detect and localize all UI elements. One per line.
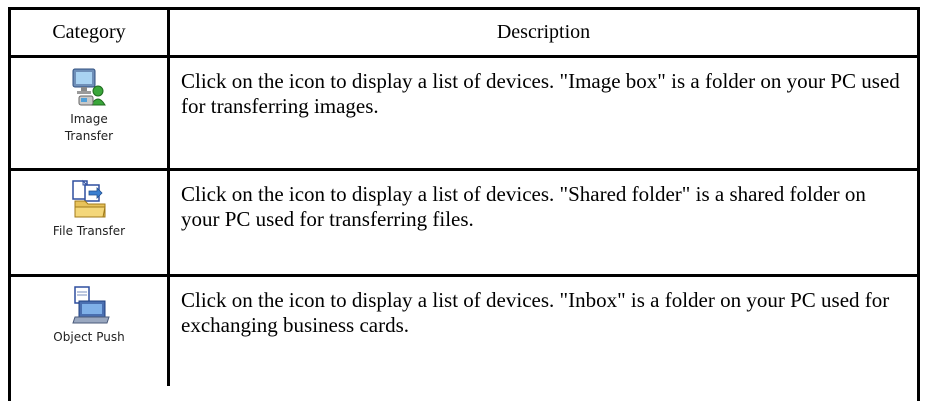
table-row: Object Push Click on the icon to display… xyxy=(11,275,917,386)
table-row: Image Transfer Click on the icon to disp… xyxy=(11,56,917,171)
services-table-grid: Category Description Image Transfer Clic… xyxy=(11,10,917,386)
file-transfer-icon[interactable] xyxy=(67,177,111,221)
object-push-icon[interactable] xyxy=(67,283,111,327)
description-cell: Click on the icon to display a list of d… xyxy=(181,288,890,337)
category-label: Object Push xyxy=(53,330,125,344)
description-cell: Click on the icon to display a list of d… xyxy=(168,56,917,171)
services-table: Category Description Image Transfer Clic… xyxy=(8,7,920,401)
category-cell: Image Transfer xyxy=(11,56,170,171)
description-column-header: Description xyxy=(168,10,917,58)
table-header-row: Category Description xyxy=(11,10,917,58)
description-cell: Click on the icon to display a list of d… xyxy=(168,169,917,277)
category-label: Image Transfer xyxy=(64,112,114,143)
category-column-header: Category xyxy=(11,10,170,58)
image-transfer-icon[interactable] xyxy=(67,65,111,109)
category-label: File Transfer xyxy=(52,224,126,238)
category-cell: Object Push xyxy=(11,275,170,386)
table-row: File Transfer Click on the icon to displ… xyxy=(11,169,917,277)
category-cell: File Transfer xyxy=(11,169,170,277)
